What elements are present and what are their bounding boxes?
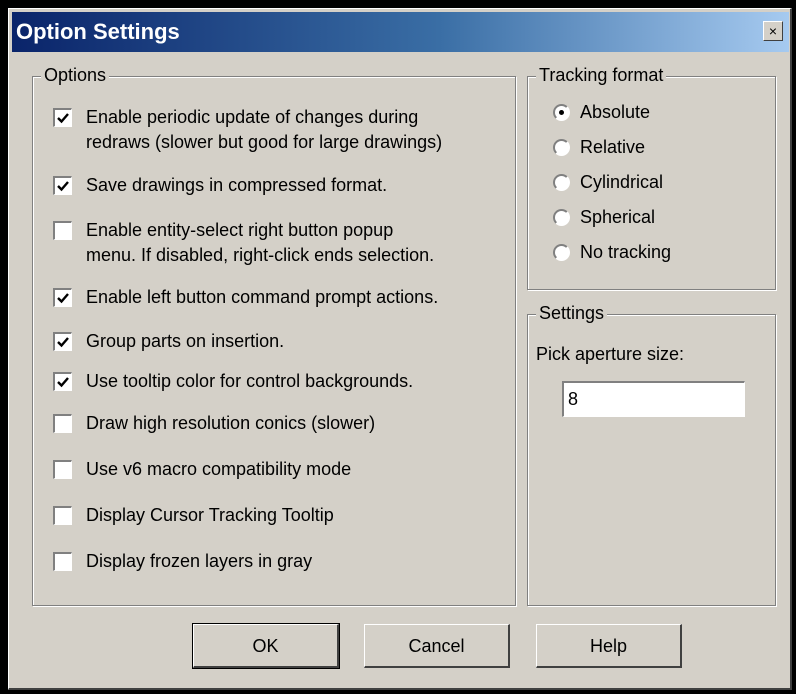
cancel-button[interactable]: Cancel xyxy=(364,624,510,668)
checkbox-label: Enable periodic update of changes during… xyxy=(86,107,443,152)
checkmark-icon xyxy=(57,377,69,388)
checkmark-icon xyxy=(57,293,69,304)
checkbox[interactable] xyxy=(53,372,72,391)
option-save-compressed[interactable]: Save drawings in compressed format. xyxy=(53,173,518,199)
radio-label: No tracking xyxy=(580,242,672,262)
checkmark-icon xyxy=(57,337,69,348)
pick-aperture-label: Pick aperture size: xyxy=(536,344,685,364)
ok-button[interactable]: OK xyxy=(192,623,340,669)
settings-group: Settings Pick aperture size: xyxy=(527,302,776,606)
close-icon: × xyxy=(768,23,778,39)
radio-label: Relative xyxy=(580,137,646,157)
checkbox-label: Use v6 macro compatibility mode xyxy=(86,459,352,479)
dialog-title: Option Settings xyxy=(16,19,180,44)
radio-button[interactable] xyxy=(553,244,570,261)
settings-group-label: Settings xyxy=(536,302,608,324)
title-bar[interactable]: Option Settings × xyxy=(12,12,789,52)
radio-absolute[interactable]: Absolute xyxy=(553,100,753,126)
checkbox-label: Draw high resolution conics (slower) xyxy=(86,413,376,433)
option-right-button-popup[interactable]: Enable entity-select right button popup … xyxy=(53,218,518,270)
radio-label: Absolute xyxy=(580,102,651,122)
checkbox-label: Use tooltip color for control background… xyxy=(86,371,414,391)
checkbox-label: Enable entity-select right button popup … xyxy=(86,220,435,265)
checkbox[interactable] xyxy=(53,414,72,433)
pick-aperture-input[interactable] xyxy=(562,381,745,417)
checkbox-label: Display frozen layers in gray xyxy=(86,551,313,571)
option-periodic-update[interactable]: Enable periodic update of changes during… xyxy=(53,105,518,157)
checkbox[interactable] xyxy=(53,176,72,195)
option-cursor-tooltip[interactable]: Display Cursor Tracking Tooltip xyxy=(53,503,518,529)
option-left-button-actions[interactable]: Enable left button command prompt action… xyxy=(53,285,518,311)
help-button[interactable]: Help xyxy=(536,624,682,668)
radio-label: Cylindrical xyxy=(580,172,664,192)
radio-label: Spherical xyxy=(580,207,656,227)
radio-button[interactable] xyxy=(553,139,570,156)
checkbox[interactable] xyxy=(53,332,72,351)
option-v6-macro[interactable]: Use v6 macro compatibility mode xyxy=(53,457,518,483)
checkbox[interactable] xyxy=(53,288,72,307)
tracking-format-group: Tracking format Absolute Relative Cylind… xyxy=(527,64,776,290)
options-group: Options Enable periodic update of change… xyxy=(32,64,518,606)
tracking-format-label: Tracking format xyxy=(536,64,667,86)
option-settings-dialog: Option Settings × Options Enable periodi… xyxy=(8,8,792,690)
radio-dot-icon xyxy=(559,110,564,115)
option-high-res-conics[interactable]: Draw high resolution conics (slower) xyxy=(53,411,518,437)
radio-button[interactable] xyxy=(553,174,570,191)
checkbox-label: Enable left button command prompt action… xyxy=(86,287,439,307)
checkbox[interactable] xyxy=(53,552,72,571)
checkbox-label: Save drawings in compressed format. xyxy=(86,175,388,195)
option-tooltip-color[interactable]: Use tooltip color for control background… xyxy=(53,369,518,395)
checkmark-icon xyxy=(57,181,69,192)
checkmark-icon xyxy=(57,113,69,124)
radio-no-tracking[interactable]: No tracking xyxy=(553,240,753,266)
option-frozen-layers-gray[interactable]: Display frozen layers in gray xyxy=(53,549,518,575)
checkbox[interactable] xyxy=(53,506,72,525)
checkbox-label: Display Cursor Tracking Tooltip xyxy=(86,505,334,525)
radio-spherical[interactable]: Spherical xyxy=(553,205,753,231)
close-button[interactable]: × xyxy=(763,21,783,41)
options-group-label: Options xyxy=(41,64,110,86)
radio-cylindrical[interactable]: Cylindrical xyxy=(553,170,753,196)
checkbox[interactable] xyxy=(53,460,72,479)
radio-relative[interactable]: Relative xyxy=(553,135,753,161)
option-group-parts[interactable]: Group parts on insertion. xyxy=(53,329,518,355)
checkbox[interactable] xyxy=(53,221,72,240)
checkbox-label: Group parts on insertion. xyxy=(86,331,285,351)
radio-button[interactable] xyxy=(553,209,570,226)
radio-button[interactable] xyxy=(553,104,570,121)
checkbox[interactable] xyxy=(53,108,72,127)
